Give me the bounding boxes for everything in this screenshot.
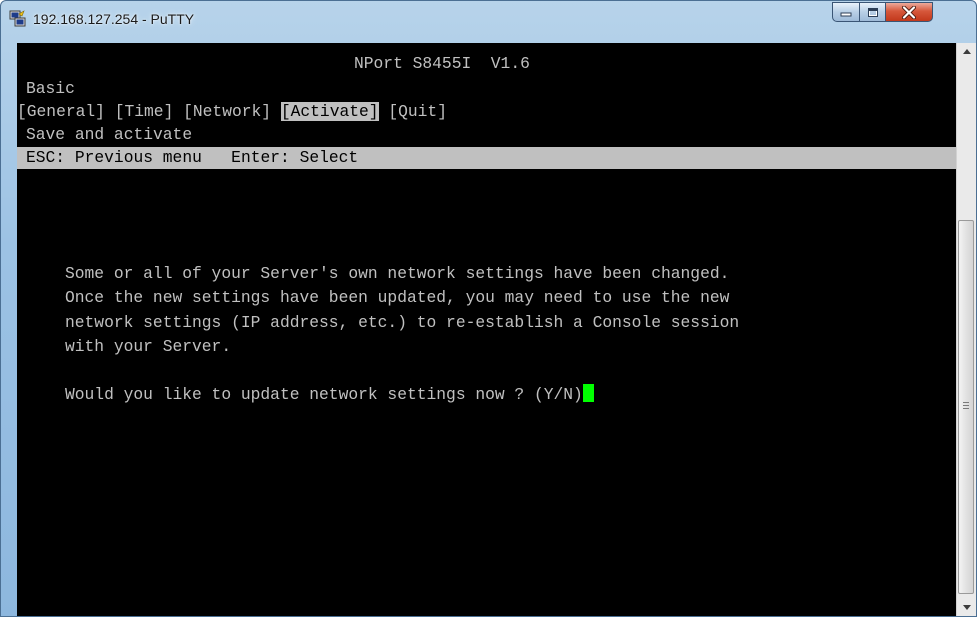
scroll-up-button[interactable] — [957, 43, 976, 60]
scroll-up-arrow-icon — [962, 49, 971, 54]
minimize-button[interactable] — [832, 2, 860, 22]
main-menu: [General] [Time] [Network] [Activate] [Q… — [17, 101, 447, 123]
device-header: NPort S8455I V1.6 — [354, 54, 530, 73]
maximize-button[interactable] — [859, 2, 886, 22]
menu-quit[interactable]: [Quit] — [388, 102, 447, 121]
putty-icon[interactable] — [9, 10, 27, 28]
title-bar[interactable]: 192.168.127.254 - PuTTY — [1, 1, 976, 43]
message-line: network settings (IP address, etc.) to r… — [65, 313, 740, 332]
thumb-grip-icon — [963, 402, 969, 409]
prompt-line[interactable]: Would you like to update network setting… — [65, 384, 594, 406]
status-bar: ESC: Previous menu Enter: Select — [17, 147, 956, 169]
window-title: 192.168.127.254 - PuTTY — [33, 11, 195, 27]
scrollbar-thumb[interactable] — [958, 220, 974, 594]
close-icon — [902, 5, 916, 19]
putty-window: 192.168.127.254 - PuTTY NPort S8455I V1.… — [0, 0, 977, 617]
maximize-icon — [867, 7, 878, 17]
vertical-scrollbar[interactable] — [956, 43, 976, 616]
text-cursor — [582, 384, 594, 402]
menu-general[interactable]: [General] — [17, 102, 105, 121]
message-line: Some or all of your Server's own network… — [65, 264, 730, 283]
status-bar-text: ESC: Previous menu Enter: Select — [26, 148, 359, 167]
menu-network[interactable]: [Network] — [183, 102, 271, 121]
scroll-down-arrow-icon — [962, 605, 971, 610]
section-label: Basic — [26, 79, 75, 98]
menu-description: Save and activate — [26, 125, 193, 144]
menu-activate[interactable]: [Activate] — [280, 102, 379, 121]
message-line: with your Server. — [65, 337, 232, 356]
scroll-down-button[interactable] — [957, 599, 976, 616]
terminal-screen[interactable]: NPort S8455I V1.6 Basic [General] [Time]… — [17, 43, 956, 616]
message-line: Once the new settings have been updated,… — [65, 288, 730, 307]
minimize-icon — [840, 12, 852, 17]
menu-time[interactable]: [Time] — [115, 102, 174, 121]
confirm-prompt: Would you like to update network setting… — [65, 385, 583, 404]
close-button[interactable] — [885, 2, 933, 22]
